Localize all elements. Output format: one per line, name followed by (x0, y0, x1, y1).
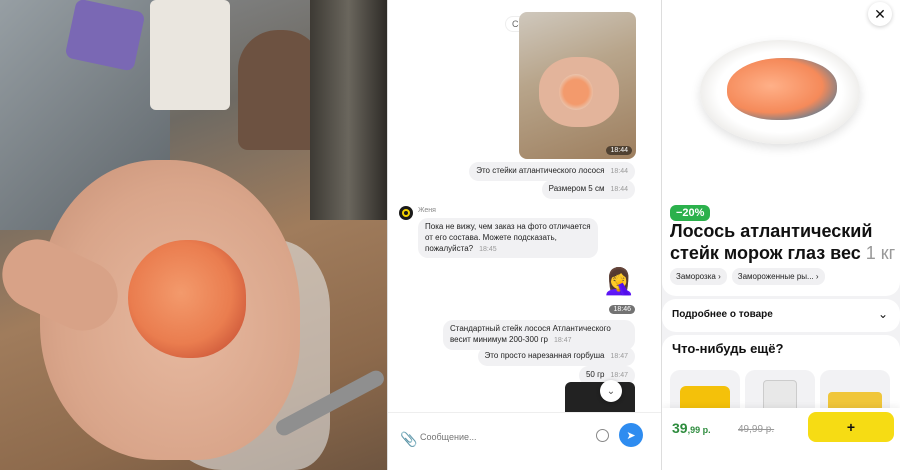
message-text: Это просто нарезанная горбуша (484, 351, 605, 360)
details-label: Подробнее о товаре (672, 309, 773, 320)
chevron-down-icon: ⌄ (877, 307, 888, 321)
chip-label: Замороженные ры... (737, 272, 814, 281)
chip-frozen[interactable]: Заморозка › (670, 268, 727, 285)
sender-name: Женя (418, 207, 436, 214)
product-image-steak (727, 58, 837, 120)
close-button[interactable]: ✕ (868, 2, 892, 26)
message-outgoing: Стандартный стейк лосося Атлантического … (443, 320, 635, 350)
product-card: ✕ −20% Лосось атлантический стейк морож … (662, 0, 900, 470)
photo-time: 18:44 (606, 146, 632, 155)
message-text: 50 гр (585, 370, 605, 379)
recommendations-title: Что-нибудь ещё? (672, 341, 784, 356)
price-main: 39 (672, 420, 688, 436)
product-title: Лосось атлантический стейк морож глаз ве… (670, 221, 898, 264)
message-composer: 📎 ➤ (388, 412, 661, 470)
message-input[interactable] (420, 427, 570, 447)
category-chips: Заморозка › Замороженные ры... › (670, 268, 825, 285)
scroll-down-button[interactable]: ⌄ (600, 380, 622, 402)
buy-bar: 39,99 р. 49,99 р. + (662, 408, 900, 470)
support-avatar (399, 206, 413, 220)
chat-photo-message[interactable]: 18:44 (519, 12, 636, 159)
message-time: 18:45 (479, 245, 497, 253)
add-to-cart-button[interactable]: + (808, 412, 894, 442)
attach-icon[interactable]: 📎 (400, 431, 417, 448)
message-text: Это стейки атлантического лосося (476, 166, 605, 175)
message-incoming: Пока не вижу, чем заказ на фото отличает… (418, 218, 598, 259)
emoji-picker-icon[interactable] (596, 429, 609, 442)
close-icon: ✕ (874, 5, 886, 22)
avatar-ring-icon (402, 209, 410, 217)
message-time: 18:47 (610, 372, 628, 379)
message-outgoing: Размером 5 см 18:44 (541, 180, 635, 199)
price-cents: ,99 р. (687, 425, 711, 435)
screen: Сегодня 18:44 Это стейки атлантического … (0, 0, 900, 470)
user-photo (0, 0, 387, 470)
message-outgoing: Это стейки атлантического лосося 18:44 (469, 162, 635, 181)
send-button[interactable]: ➤ (619, 423, 643, 447)
product-details-toggle[interactable]: Подробнее о товаре ⌄ (662, 299, 900, 332)
chip-label: Заморозка (676, 272, 716, 281)
discount-badge: −20% (670, 205, 711, 221)
photo-steak (559, 74, 593, 110)
bottle (310, 0, 387, 220)
message-time: 18:44 (610, 186, 628, 193)
chevron-down-icon: ⌄ (606, 385, 616, 397)
message-time: 18:47 (554, 336, 572, 344)
message-time: 18:47 (610, 353, 628, 360)
product-name: Лосось атлантический стейк морож глаз ве… (670, 221, 873, 263)
message-text: Стандартный стейк лосося Атлантического … (450, 324, 611, 344)
old-price: 49,99 р. (738, 424, 775, 435)
message-time: 18:44 (610, 168, 628, 175)
support-chat: Сегодня 18:44 Это стейки атлантического … (387, 0, 662, 470)
product-weight: 1 кг (865, 242, 896, 263)
message-text: Размером 5 см (548, 184, 605, 193)
jar (150, 0, 230, 110)
message-time: 18:46 (609, 305, 635, 314)
product-header: ✕ −20% Лосось атлантический стейк морож … (662, 0, 900, 296)
message-outgoing: Это просто нарезанная горбуша 18:47 (477, 347, 635, 366)
send-icon: ➤ (626, 429, 636, 442)
facepalm-emoji-message: 🤦‍♀️ (602, 266, 635, 296)
current-price: 39,99 р. (672, 420, 711, 436)
salmon-steak-in-hand (128, 240, 246, 358)
message-text: Пока не вижу, чем заказ на фото отличает… (425, 222, 591, 253)
chip-frozen-fish[interactable]: Замороженные ры... › (731, 268, 825, 285)
